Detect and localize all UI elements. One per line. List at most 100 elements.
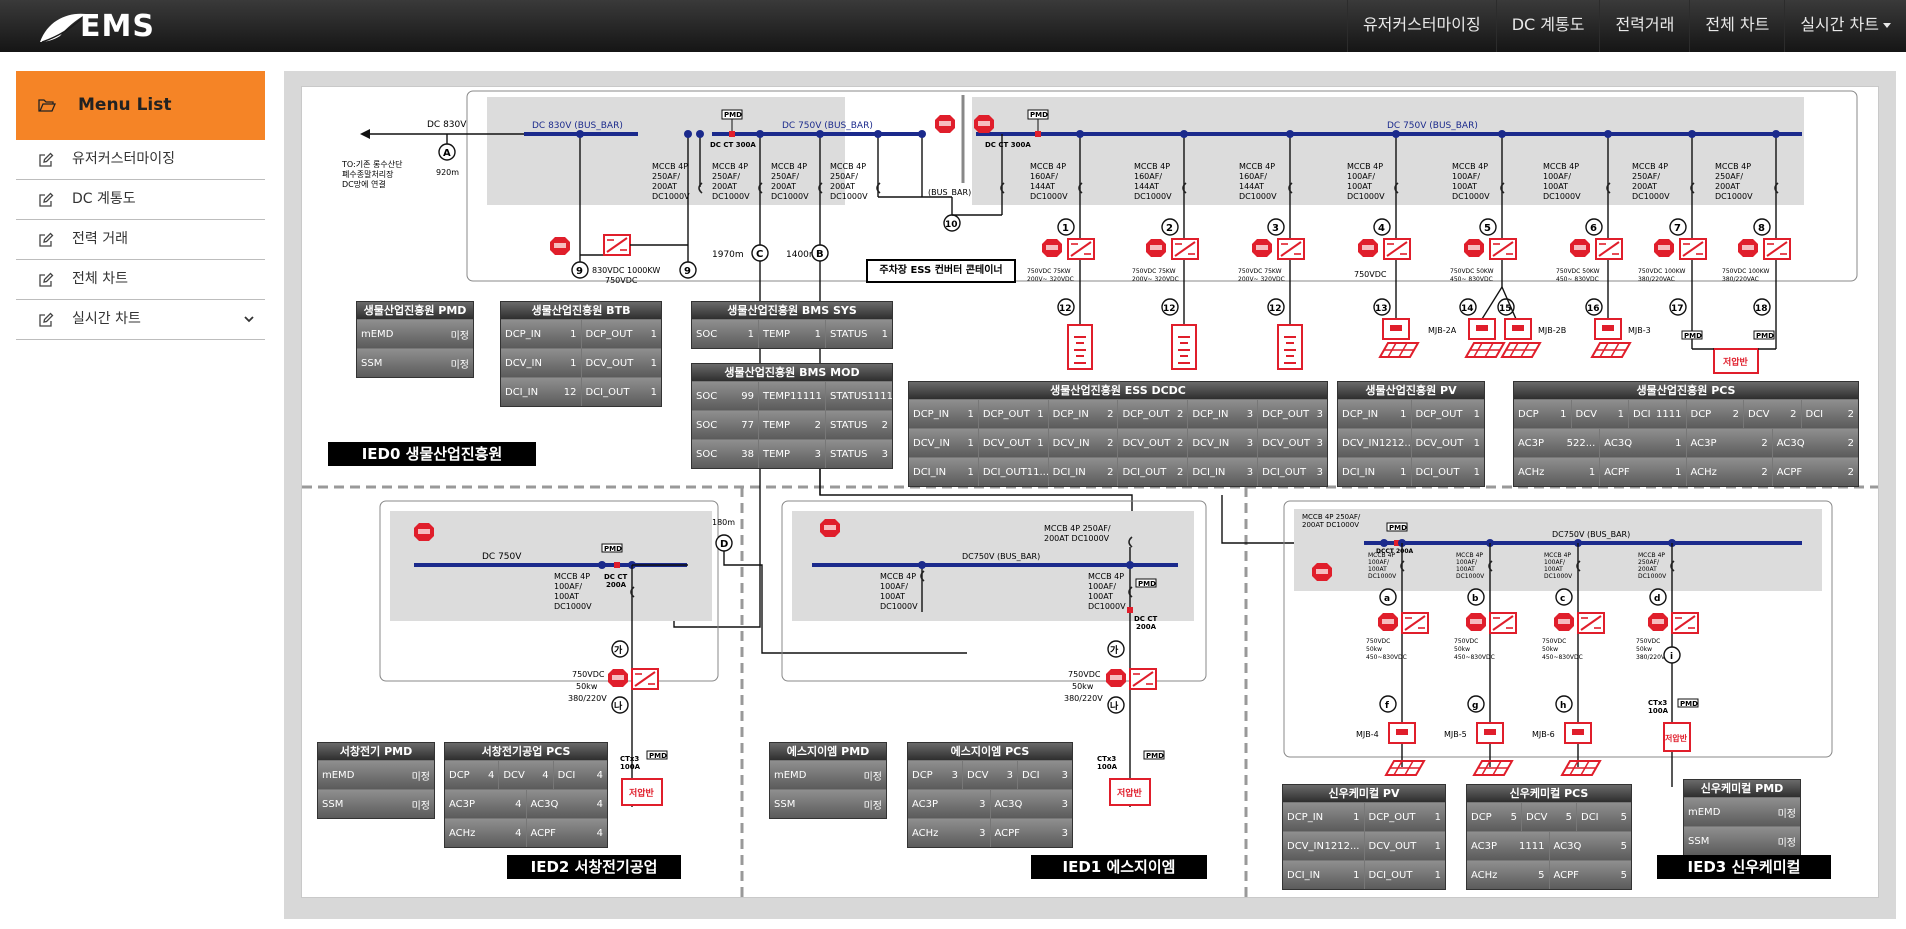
svg-text:h: h [1560,701,1566,711]
table-title: 생물산업진흥원 PV [1338,382,1484,399]
svg-text:750VDC: 750VDC [1366,638,1390,645]
alarm-icon[interactable] [1106,669,1126,687]
svg-text:750VDC 75KW: 750VDC 75KW [1132,268,1176,275]
svg-text:DC1000V: DC1000V [1715,192,1753,201]
svg-text:i: i [1670,652,1673,662]
svg-text:12: 12 [1269,304,1282,314]
svg-text:17: 17 [1671,304,1684,314]
svg-text:160AF/: 160AF/ [1030,172,1058,181]
alarm-icon[interactable] [550,237,570,255]
svg-text:MCCB 4P: MCCB 4P [1347,162,1383,171]
svg-text:4: 4 [1378,223,1385,234]
svg-text:MCCB 4P: MCCB 4P [1632,162,1668,171]
sidebar-item-all-charts[interactable]: 전체 차트 [16,260,265,300]
marker-B: B [816,249,824,260]
svg-text:200V~ 320VDC: 200V~ 320VDC [1132,276,1179,283]
table-bms-mod: 생물산업진흥원 BMS MOD SOC99TEMP11111STATUS1111… [691,363,893,469]
label-dc830v: DC 830V [427,120,467,130]
svg-text:100AF/: 100AF/ [1088,582,1116,591]
svg-text:DC750V (BUS_BAR): DC750V (BUS_BAR) [962,552,1040,561]
alarm-icon[interactable] [974,115,994,133]
svg-text:DC1000V: DC1000V [1638,573,1667,580]
svg-text:180m: 180m [712,518,735,527]
sidebar-item-user-customizing[interactable]: 유저커스터마이징 [16,140,265,180]
alarm-icon[interactable] [608,669,628,687]
svg-text:MCCB 4P: MCCB 4P [1638,552,1665,559]
svg-text:100A: 100A [1648,707,1669,715]
svg-text:MJB-2B: MJB-2B [1538,326,1566,335]
svg-text:750VDC 50KW: 750VDC 50KW [1556,268,1600,275]
svg-text:18: 18 [1755,304,1768,314]
svg-text:c: c [1560,594,1565,604]
svg-text:DC1000V: DC1000V [712,192,750,201]
svg-text:750VDC: 750VDC [572,670,605,679]
svg-text:가: 가 [1110,644,1119,656]
svg-text:50kw: 50kw [576,682,598,691]
svg-text:2: 2 [1166,223,1173,234]
svg-text:MCCB 4P: MCCB 4P [1456,552,1483,559]
table-title: 생물산업진흥원 PCS [1514,382,1858,399]
svg-text:MCCB 4P 250AF/: MCCB 4P 250AF/ [1044,524,1111,533]
marker-C: C [756,249,763,260]
svg-text:MCCB 4P: MCCB 4P [1452,162,1488,171]
dcct-label-2: DC CT 300A [985,141,1031,149]
svg-text:750VDC 50KW: 750VDC 50KW [1450,268,1494,275]
svg-text:MCCB 4P: MCCB 4P [1030,162,1066,171]
sidebar-item-dc-diagram[interactable]: DC 계통도 [16,180,265,220]
table-title: 생물산업진흥원 ESS DCDC [909,382,1327,399]
alarm-icon[interactable] [414,523,434,541]
alarm-icon[interactable] [820,519,840,537]
sidebar-item-label: 실시간 차트 [72,311,141,327]
svg-text:PMD: PMD [1756,332,1774,340]
pcs-converter-icon[interactable] [1129,668,1157,690]
sidebar-item-realtime-charts[interactable]: 실시간 차트 [16,300,265,340]
nav-user-customizing[interactable]: 유저커스터마이징 [1346,0,1496,52]
menu-list-header[interactable]: Menu List [16,71,265,140]
svg-text:250AF/: 250AF/ [712,172,740,181]
svg-text:200AT: 200AT [652,182,677,191]
svg-text:750VDC 100KW: 750VDC 100KW [1638,268,1685,275]
svg-text:나: 나 [614,700,623,712]
svg-text:MJB-5: MJB-5 [1444,730,1467,739]
alarm-icon[interactable] [935,115,955,133]
svg-text:200V~ 320VDC: 200V~ 320VDC [1027,276,1074,283]
svg-text:100AF/: 100AF/ [880,582,908,591]
pcs-converter-icon[interactable] [631,668,659,690]
chevron-down-icon[interactable] [243,313,255,325]
svg-text:MCCB 4P: MCCB 4P [652,162,688,171]
svg-text:750VDC: 750VDC [1068,670,1101,679]
svg-text:144AT: 144AT [1030,182,1055,191]
svg-text:DC1000V: DC1000V [1543,192,1581,201]
svg-text:100AT: 100AT [1347,182,1372,191]
svg-text:100AT: 100AT [1368,566,1387,573]
svg-text:380/220V: 380/220V [1064,694,1103,703]
nav-dc-diagram[interactable]: DC 계통도 [1495,0,1600,52]
svg-text:160AF/: 160AF/ [1134,172,1162,181]
svg-text:DC1000V: DC1000V [1452,192,1490,201]
ess-converters: 1 2 3 4 5 6 7 8 750VDC 75KW200V~ 320VDC … [1027,218,1791,283]
edit-icon [39,232,54,247]
svg-text:750VDC 75KW: 750VDC 75KW [1027,268,1071,275]
svg-text:DC1000V: DC1000V [1088,602,1126,611]
svg-text:100AF/: 100AF/ [1543,172,1571,181]
svg-text:b: b [1472,594,1479,604]
alarm-icon[interactable] [1312,563,1332,581]
svg-text:MCCB 4P: MCCB 4P [1239,162,1275,171]
svg-text:250AF/: 250AF/ [1715,172,1743,181]
svg-text:16: 16 [1587,304,1600,314]
nav-realtime-charts[interactable]: 실시간 차트 [1784,0,1906,52]
folder-open-icon [38,99,56,112]
nav-power-trading[interactable]: 전력거래 [1599,0,1689,52]
sidebar-item-power-trading[interactable]: 전력 거래 [16,220,265,260]
svg-text:100AF/: 100AF/ [1347,172,1375,181]
btb-converter-icon[interactable] [603,234,631,256]
label-dc750-ied2: DC 750V [482,552,522,562]
svg-text:MCCB 4P 250AF/: MCCB 4P 250AF/ [1302,513,1361,521]
svg-text:100AT: 100AT [1544,566,1563,573]
menu-list-title: Menu List [78,95,172,115]
nav-all-charts[interactable]: 전체 차트 [1689,0,1784,52]
svg-text:200AT: 200AT [830,182,855,191]
caret-down-icon [1883,23,1891,28]
svg-text:100AT: 100AT [554,592,579,601]
svg-text:CTx3: CTx3 [1648,699,1667,707]
